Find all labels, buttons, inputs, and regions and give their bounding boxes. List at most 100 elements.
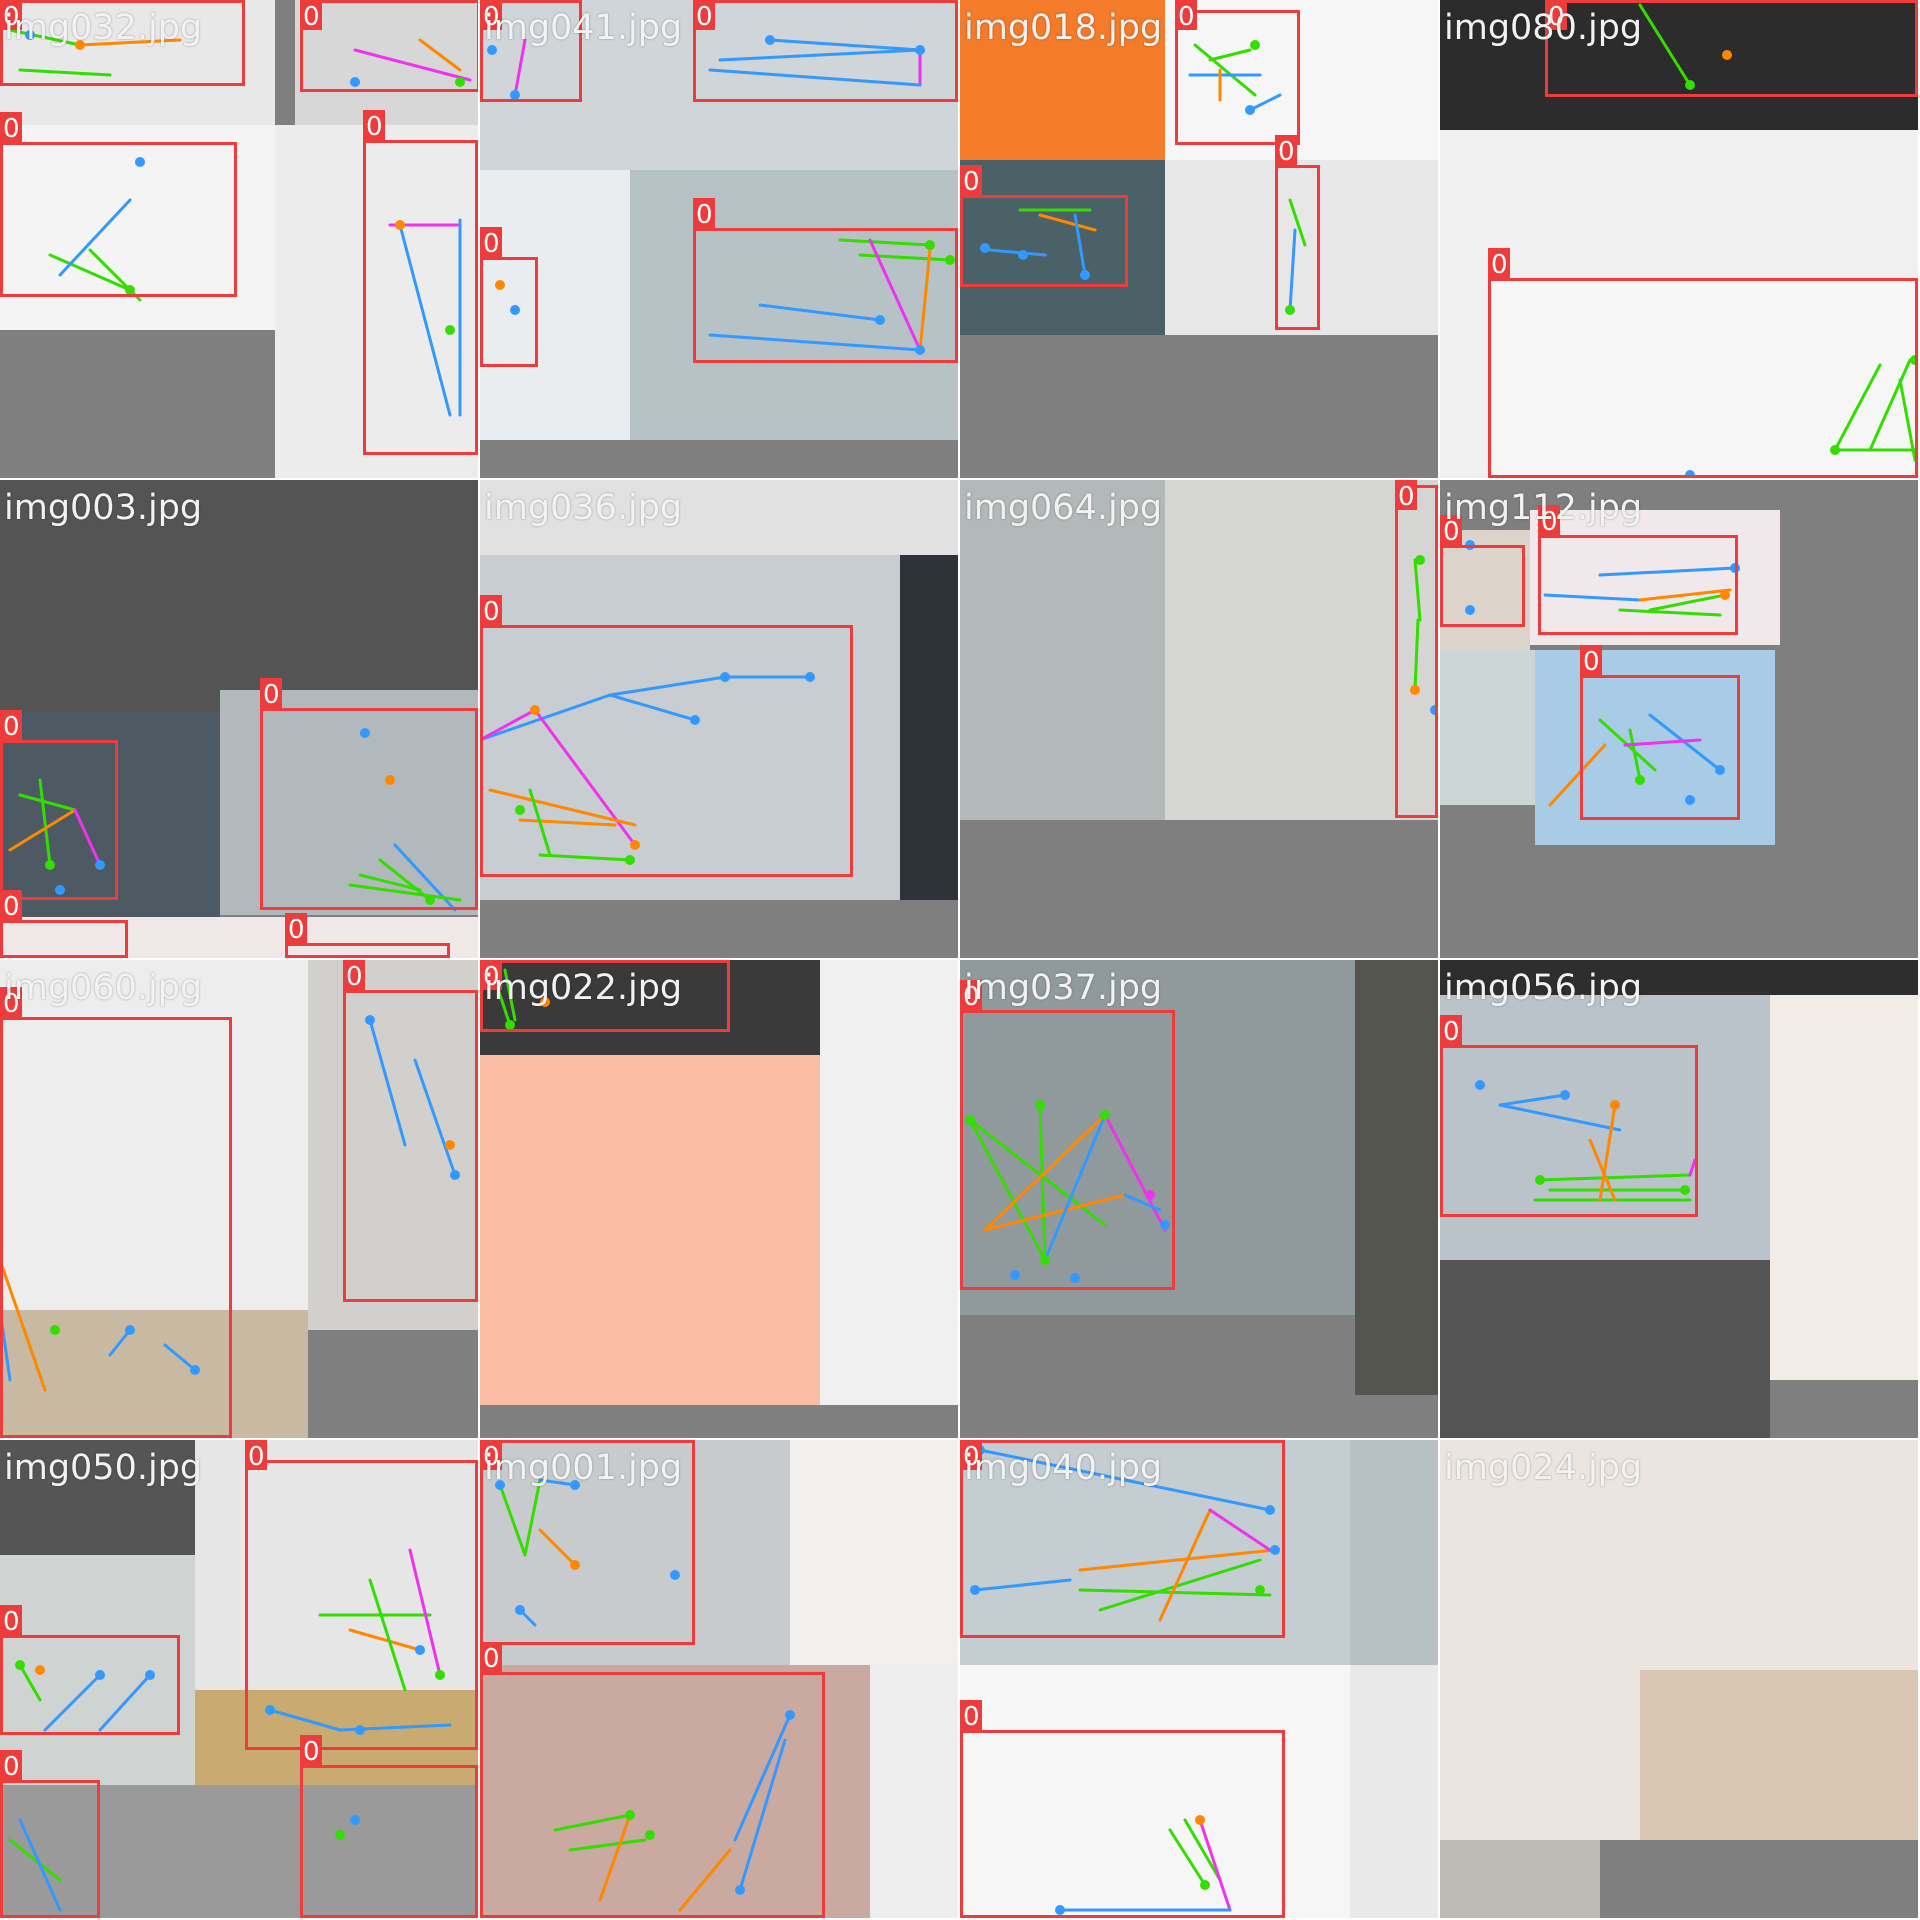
tile-filename: img018.jpg <box>964 8 1163 48</box>
tile-filename: img001.jpg <box>484 1448 683 1488</box>
bounding-box <box>300 1765 478 1918</box>
class-label-text: 0 <box>696 200 713 230</box>
keypoint <box>735 1885 745 1895</box>
tile-filename: img050.jpg <box>4 1448 203 1488</box>
skeleton-limb <box>733 1713 792 1842</box>
keypoint <box>1415 555 1425 565</box>
keypoint <box>1685 795 1695 805</box>
keypoint <box>450 1170 460 1180</box>
keypoint <box>785 1710 795 1720</box>
skeleton-limb <box>1208 1508 1272 1552</box>
class-label-text: 0 <box>248 1442 265 1472</box>
skeleton-limb <box>348 1628 422 1652</box>
class-label-text: 0 <box>483 1644 500 1674</box>
keypoint <box>95 860 105 870</box>
class-label-text: 0 <box>3 1607 20 1637</box>
keypoint <box>15 1660 25 1670</box>
skeleton-limb <box>1543 593 1642 602</box>
mosaic-tile: 0 0 img080.jpg <box>1440 0 1918 478</box>
annotation-overlay: 00 <box>1488 0 1918 478</box>
skeleton-limb <box>18 793 77 812</box>
skeleton-limb <box>0 1258 47 1392</box>
keypoint <box>435 1670 445 1680</box>
class-label-text: 0 <box>963 167 980 197</box>
keypoint <box>365 1015 375 1025</box>
keypoint <box>1070 1273 1080 1283</box>
tile-filename: img060.jpg <box>4 968 203 1008</box>
keypoint <box>1265 1505 1275 1515</box>
skeleton-limb <box>1038 1103 1047 1262</box>
skeleton-limb <box>408 1548 442 1677</box>
mosaic-tile: 0 0 0 img018.jpg <box>960 0 1438 478</box>
skeleton-limb <box>718 48 922 62</box>
tile-filename: img041.jpg <box>484 8 683 48</box>
keypoint <box>1535 1175 1545 1185</box>
bounding-box <box>1440 545 1525 627</box>
class-label-text: 0 <box>346 962 363 992</box>
keypoint <box>805 672 815 682</box>
keypoint <box>1635 775 1645 785</box>
bounding-box <box>480 1672 825 1918</box>
skeleton-limb <box>973 1578 1072 1592</box>
keypoint <box>1255 1585 1265 1595</box>
skeleton-limb <box>1598 566 1737 577</box>
class-label-text: 0 <box>303 2 320 32</box>
keypoint <box>915 45 925 55</box>
keypoint <box>915 345 925 355</box>
keypoint <box>265 1705 275 1715</box>
keypoint <box>980 243 990 253</box>
keypoint <box>50 1325 60 1335</box>
skeleton-limb <box>1158 1508 1212 1622</box>
class-label-text: 0 <box>483 229 500 259</box>
skeleton-limb <box>1833 363 1882 452</box>
skeleton-limb <box>398 223 452 417</box>
skeleton-limb <box>368 1578 407 1692</box>
skeleton-limb <box>538 1528 577 1567</box>
keypoint <box>1560 1090 1570 1100</box>
keypoint <box>1040 1255 1050 1265</box>
keypoint <box>515 1605 525 1615</box>
skeleton-limb <box>1123 1193 1162 1212</box>
skeleton-limb <box>1208 48 1252 62</box>
skeleton-limb <box>1198 1818 1232 1912</box>
keypoint <box>1195 1815 1205 1825</box>
keypoint <box>415 1645 425 1655</box>
skeleton-limb <box>518 818 617 827</box>
keypoint <box>125 1325 135 1335</box>
skeleton-limb <box>98 1673 152 1732</box>
keypoint <box>510 305 520 315</box>
keypoint <box>145 1670 155 1680</box>
skeleton-limb <box>413 1058 457 1177</box>
skeleton-limb <box>568 1838 647 1852</box>
annotation-overlay: 000 <box>1440 505 1740 820</box>
keypoint <box>495 280 505 290</box>
bounding-box <box>245 1460 478 1750</box>
skeleton-limb <box>38 778 52 867</box>
class-label-text: 0 <box>1178 2 1195 32</box>
skeleton-limb <box>268 1708 342 1732</box>
keypoint <box>1160 1220 1170 1230</box>
skeleton-limb <box>1073 213 1087 277</box>
skeleton-limb <box>8 1838 62 1882</box>
skeleton-limb <box>1248 93 1282 112</box>
keypoint <box>455 77 465 87</box>
skeleton-limb <box>1288 228 1297 312</box>
class-label-text: 0 <box>303 1737 320 1767</box>
keypoint <box>645 1830 655 1840</box>
keypoint <box>125 285 135 295</box>
tile-filename: img003.jpg <box>4 488 203 528</box>
keypoint <box>1830 445 1840 455</box>
skeleton-limb <box>838 238 932 247</box>
tile-filename: img064.jpg <box>964 488 1163 528</box>
bounding-box <box>1488 278 1918 478</box>
skeleton-limb <box>1618 608 1722 617</box>
class-label-text: 0 <box>1583 647 1600 677</box>
skeleton-limb <box>43 1673 102 1732</box>
skeleton-limb <box>1638 3 1692 87</box>
keypoint <box>1250 40 1260 50</box>
skeleton-limb <box>1078 1548 1277 1572</box>
skeleton-limb <box>1038 213 1097 232</box>
keypoint <box>965 1115 975 1125</box>
tile-filename: img040.jpg <box>964 1448 1163 1488</box>
skeleton-limb <box>1538 1173 1692 1182</box>
